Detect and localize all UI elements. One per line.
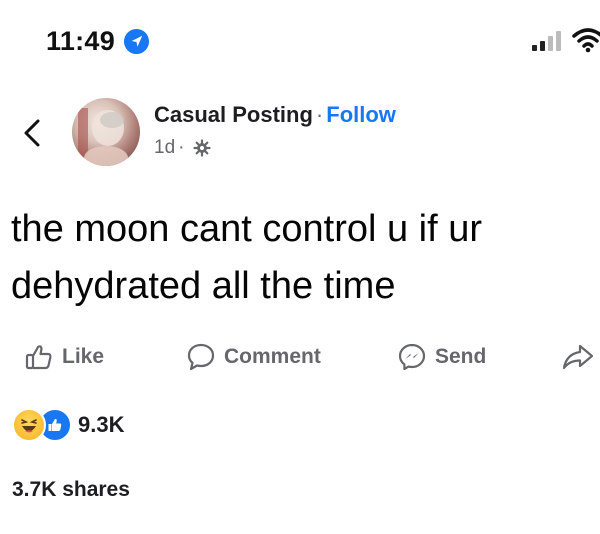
- follow-button[interactable]: Follow: [326, 102, 396, 127]
- status-bar: 11:49: [0, 0, 600, 80]
- comment-button[interactable]: Comment: [186, 334, 321, 380]
- author-line: Casual Posting · Follow: [154, 102, 396, 128]
- wifi-icon: [572, 28, 600, 53]
- author-name[interactable]: Casual Posting: [154, 102, 313, 127]
- avatar[interactable]: [72, 98, 140, 166]
- like-button[interactable]: Like: [24, 334, 104, 380]
- signal-icon: [532, 31, 561, 51]
- comment-label: Comment: [224, 345, 321, 368]
- post-timestamp[interactable]: 1d: [154, 137, 175, 159]
- reactions-summary[interactable]: 9.3K: [12, 408, 124, 442]
- messenger-icon: [398, 343, 426, 371]
- post-actions: Like Comment Send: [0, 334, 600, 380]
- status-time: 11:49: [46, 26, 116, 56]
- separator-dot: ·: [178, 137, 185, 158]
- location-arrow-icon: [123, 28, 150, 55]
- avatar-image: [78, 108, 128, 166]
- haha-reaction-icon: [12, 408, 46, 442]
- globe-gear-icon: [193, 139, 212, 157]
- comment-icon: [187, 343, 215, 371]
- separator-dot: ·: [315, 102, 324, 127]
- post-text: the moon cant control u if ur dehydrated…: [11, 208, 483, 307]
- reaction-count: 9.3K: [78, 412, 125, 437]
- share-icon: [562, 344, 594, 370]
- share-button[interactable]: [562, 334, 600, 380]
- back-icon[interactable]: [20, 118, 44, 148]
- like-label: Like: [62, 345, 105, 368]
- send-label: Send: [435, 345, 487, 368]
- post-meta: 1d ·: [154, 137, 212, 159]
- send-button[interactable]: Send: [397, 334, 486, 380]
- like-icon: [25, 345, 52, 370]
- shares-count[interactable]: 3.7K shares: [12, 478, 130, 502]
